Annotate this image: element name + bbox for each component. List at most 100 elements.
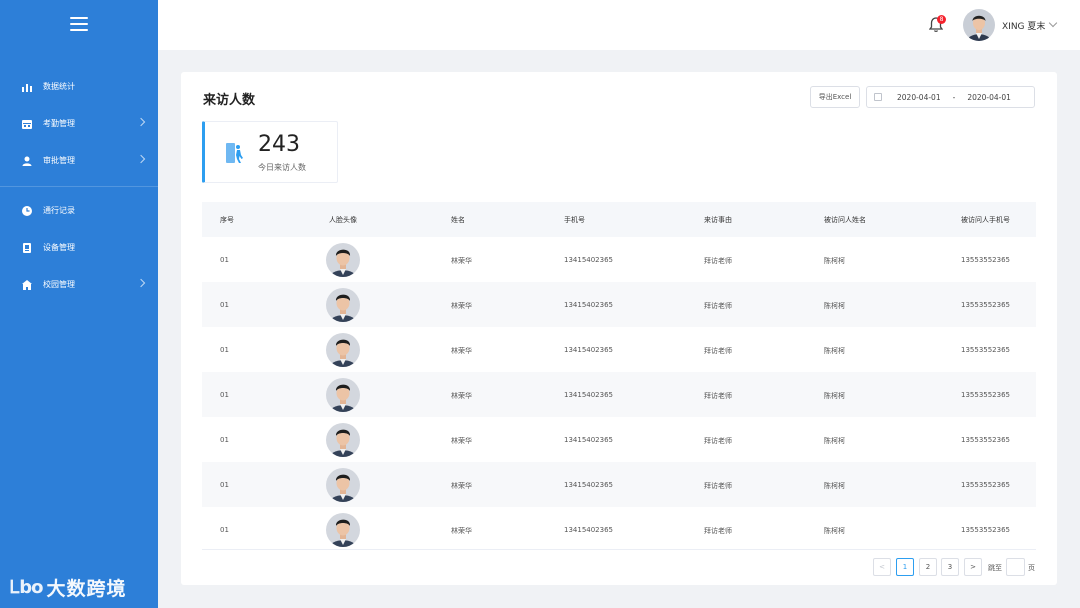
chevron-right-icon [136,278,146,288]
page-button-2[interactable]: 2 [919,558,937,576]
cell-reason: 拜访老师 [704,347,732,355]
face-avatar [326,288,360,322]
cell-index: 01 [220,391,229,399]
device-icon [22,242,32,253]
cell-index: 01 [220,436,229,444]
cell-name: 林荣华 [451,347,472,355]
cell-visited-phone: 13553552365 [961,436,1010,444]
page-title: 来访人数 [203,93,256,108]
face-avatar [326,468,360,502]
cell-phone: 13415402365 [564,301,613,309]
cell-index: 01 [220,301,229,309]
cell-visited-phone: 13553552365 [961,391,1010,399]
main-card: 来访人数 导出Excel 2020-04-01 - 2020-04-01 243… [181,72,1057,585]
brand-logo: Ꮮbo 大数跨境 [10,574,126,601]
sidebar-item-label: 设备管理 [43,243,75,252]
visitor-table: 序号 人脸头像 姓名 手机号 来访事由 被访问人姓名 被访问人手机号 01 林荣华… [202,202,1036,550]
pagination: < 1 2 3 > 跳至 页 [181,558,1057,576]
cell-reason: 拜访老师 [704,392,732,400]
column-header: 被访问人姓名 [824,216,866,224]
cell-visited-phone: 13553552365 [961,301,1010,309]
cell-phone: 13415402365 [564,391,613,399]
table-row: 01 林荣华 13415402365 拜访老师 陈柯柯 13553552365 [202,282,1036,327]
cell-phone: 13415402365 [564,346,613,354]
cell-visited-name: 陈柯柯 [824,302,845,310]
cell-visited-name: 陈柯柯 [824,527,845,535]
date-range-picker[interactable]: 2020-04-01 - 2020-04-01 [866,86,1035,108]
face-avatar [326,243,360,277]
cell-name: 林荣华 [451,302,472,310]
column-header: 序号 [220,216,234,224]
table-row: 01 林荣华 13415402365 拜访老师 陈柯柯 13553552365 [202,417,1036,462]
cell-phone: 13415402365 [564,436,613,444]
table-row: 01 林荣华 13415402365 拜访老师 陈柯柯 13553552365 [202,237,1036,282]
chevron-right-icon [136,154,146,164]
face-avatar [326,423,360,457]
sidebar-item-label: 数据统计 [43,82,75,91]
sidebar-item-access-records[interactable]: 通行记录 [0,192,158,229]
sidebar-group-primary: 数据统计 考勤管理 审批管理 [0,68,158,179]
cell-index: 01 [220,256,229,264]
cell-name: 林荣华 [451,257,472,265]
date-separator: - [952,92,956,102]
prev-page-button[interactable]: < [873,558,891,576]
face-avatar [326,513,360,547]
column-header: 来访事由 [704,216,732,224]
cell-phone: 13415402365 [564,526,613,534]
sidebar-item-label: 审批管理 [43,156,75,165]
table-row: 01 林荣华 13415402365 拜访老师 陈柯柯 13553552365 [202,462,1036,507]
sidebar-group-secondary: 通行记录 设备管理 校园管理 [0,192,158,303]
table-body: 01 林荣华 13415402365 拜访老师 陈柯柯 13553552365 01 林荣华 1… [202,237,1036,550]
menu-toggle-icon[interactable] [70,17,88,31]
clock-icon [22,205,32,216]
sidebar-item-device[interactable]: 设备管理 [0,229,158,266]
page-button-1[interactable]: 1 [896,558,914,576]
cell-phone: 13415402365 [564,256,613,264]
table-row: 01 林荣华 13415402365 拜访老师 陈柯柯 13553552365 [202,507,1036,550]
jump-page-input[interactable] [1006,558,1025,576]
sidebar-item-label: 通行记录 [43,206,75,215]
cell-visited-name: 陈柯柯 [824,437,845,445]
stat-value: 243 [258,132,300,157]
sidebar-item-data-stats[interactable]: 数据统计 [0,68,158,105]
calendar-icon [874,93,882,101]
cell-index: 01 [220,346,229,354]
next-page-button[interactable]: > [964,558,982,576]
date-start: 2020-04-01 [897,92,941,102]
column-header: 人脸头像 [329,216,357,224]
cell-name: 林荣华 [451,392,472,400]
chevron-right-icon [136,117,146,127]
cell-index: 01 [220,526,229,534]
cell-name: 林荣华 [451,482,472,490]
face-avatar [326,333,360,367]
sidebar-item-label: 校园管理 [43,280,75,289]
column-header: 手机号 [564,216,585,224]
table-divider [202,549,1036,550]
calendar-icon [22,119,32,129]
cell-visited-phone: 13553552365 [961,481,1010,489]
page-unit-label: 页 [1028,564,1035,572]
chevron-down-icon[interactable] [1048,18,1058,28]
avatar[interactable] [963,9,995,41]
cell-visited-name: 陈柯柯 [824,347,845,355]
stat-label: 今日来访人数 [258,163,306,172]
cell-index: 01 [220,481,229,489]
cell-reason: 拜访老师 [704,482,732,490]
cell-visited-phone: 13553552365 [961,346,1010,354]
cell-reason: 拜访老师 [704,437,732,445]
user-name[interactable]: XING 夏末 [1002,19,1045,32]
sidebar-item-attendance[interactable]: 考勤管理 [0,105,158,142]
page-button-3[interactable]: 3 [941,558,959,576]
sidebar-item-label: 考勤管理 [43,119,75,128]
sidebar: 数据统计 考勤管理 审批管理 通行记录 设备管理 校园管理 Ꮮbo 大数跨境 [0,0,158,608]
visitor-door-icon [226,143,243,163]
visitor-count-card: 243 今日来访人数 [202,121,338,183]
topbar: 8 XING 夏末 [158,0,1080,50]
cell-name: 林荣华 [451,527,472,535]
cell-visited-name: 陈柯柯 [824,482,845,490]
user-icon [22,156,32,166]
school-icon [22,279,32,290]
sidebar-item-campus[interactable]: 校园管理 [0,266,158,303]
sidebar-item-approval[interactable]: 审批管理 [0,142,158,179]
export-excel-button[interactable]: 导出Excel [810,86,860,108]
